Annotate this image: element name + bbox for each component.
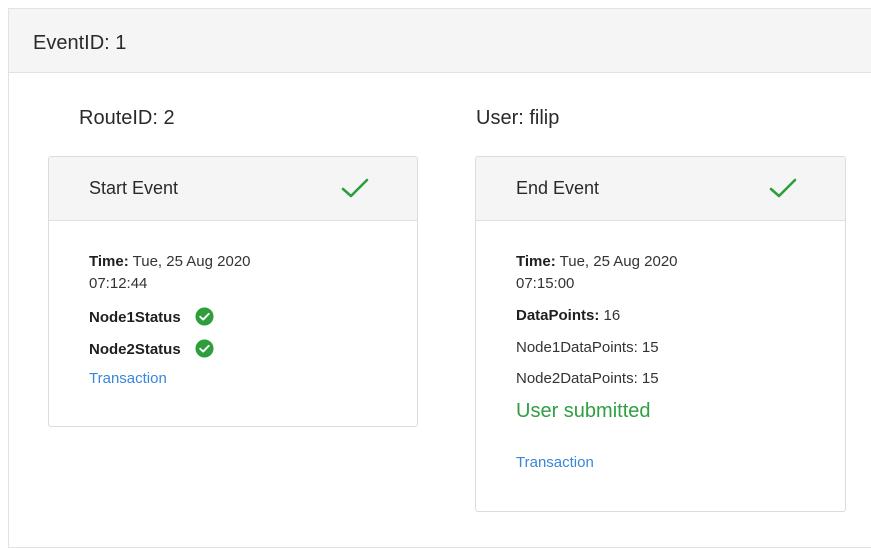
- end-time-label: Time:: [516, 253, 556, 270]
- end-time-value-line2: 07:15:00: [516, 275, 575, 292]
- start-event-card-header: Start Event: [49, 157, 417, 221]
- user-submitted-status: User submitted: [516, 400, 651, 422]
- node2-datapoints-row: Node2DataPoints: 15: [516, 370, 659, 387]
- user-submitted-row: User submitted: [516, 400, 651, 423]
- start-event-card: Start Event Time: Tue, 25 Aug 2020 07:12…: [48, 156, 418, 427]
- node2-status-label: Node2Status: [89, 341, 181, 358]
- start-time-value-line1: Tue, 25 Aug 2020: [132, 253, 251, 270]
- datapoints-value: 16: [603, 307, 621, 324]
- route-id-label: RouteID: 2: [79, 107, 175, 129]
- node1-datapoints-text: Node1DataPoints: 15: [516, 339, 659, 356]
- end-transaction-link[interactable]: Transaction: [516, 454, 594, 471]
- event-id-label: EventID: 1: [33, 32, 127, 54]
- checkmark-icon: [769, 178, 797, 198]
- end-time-line2-row: 07:15:00: [516, 275, 574, 292]
- user-label: User: filip: [476, 107, 560, 129]
- event-header: EventID: 1: [9, 9, 871, 73]
- checkmark-icon: [341, 178, 369, 198]
- end-event-card-header: End Event: [476, 157, 845, 221]
- start-time-value-line2: 07:12:44: [89, 275, 148, 292]
- end-time-row: Time: Tue, 25 Aug 2020: [516, 253, 678, 270]
- node1-datapoints-row: Node1DataPoints: 15: [516, 339, 659, 356]
- datapoints-label: DataPoints:: [516, 307, 600, 324]
- event-panel: EventID: 1 RouteID: 2 User: filip Start …: [8, 8, 871, 548]
- end-time-value-line1: Tue, 25 Aug 2020: [559, 253, 678, 270]
- node1-status-row: Node1Status: [89, 307, 214, 326]
- check-circle-icon: [195, 307, 214, 326]
- start-time-label: Time:: [89, 253, 129, 270]
- node2-datapoints-text: Node2DataPoints: 15: [516, 370, 659, 387]
- end-transaction-row: Transaction: [516, 454, 594, 471]
- start-time-line2-row: 07:12:44: [89, 275, 147, 292]
- start-event-title: Start Event: [89, 178, 179, 198]
- end-event-title: End Event: [516, 178, 600, 198]
- node2-status-row: Node2Status: [89, 339, 214, 358]
- start-transaction-link[interactable]: Transaction: [89, 370, 167, 387]
- datapoints-row: DataPoints: 16: [516, 307, 620, 324]
- end-event-card: End Event Time: Tue, 25 Aug 2020 07:15:0…: [475, 156, 846, 512]
- start-time-row: Time: Tue, 25 Aug 2020: [89, 253, 251, 270]
- check-circle-icon: [195, 339, 214, 358]
- node1-status-label: Node1Status: [89, 309, 181, 326]
- start-transaction-row: Transaction: [89, 370, 167, 387]
